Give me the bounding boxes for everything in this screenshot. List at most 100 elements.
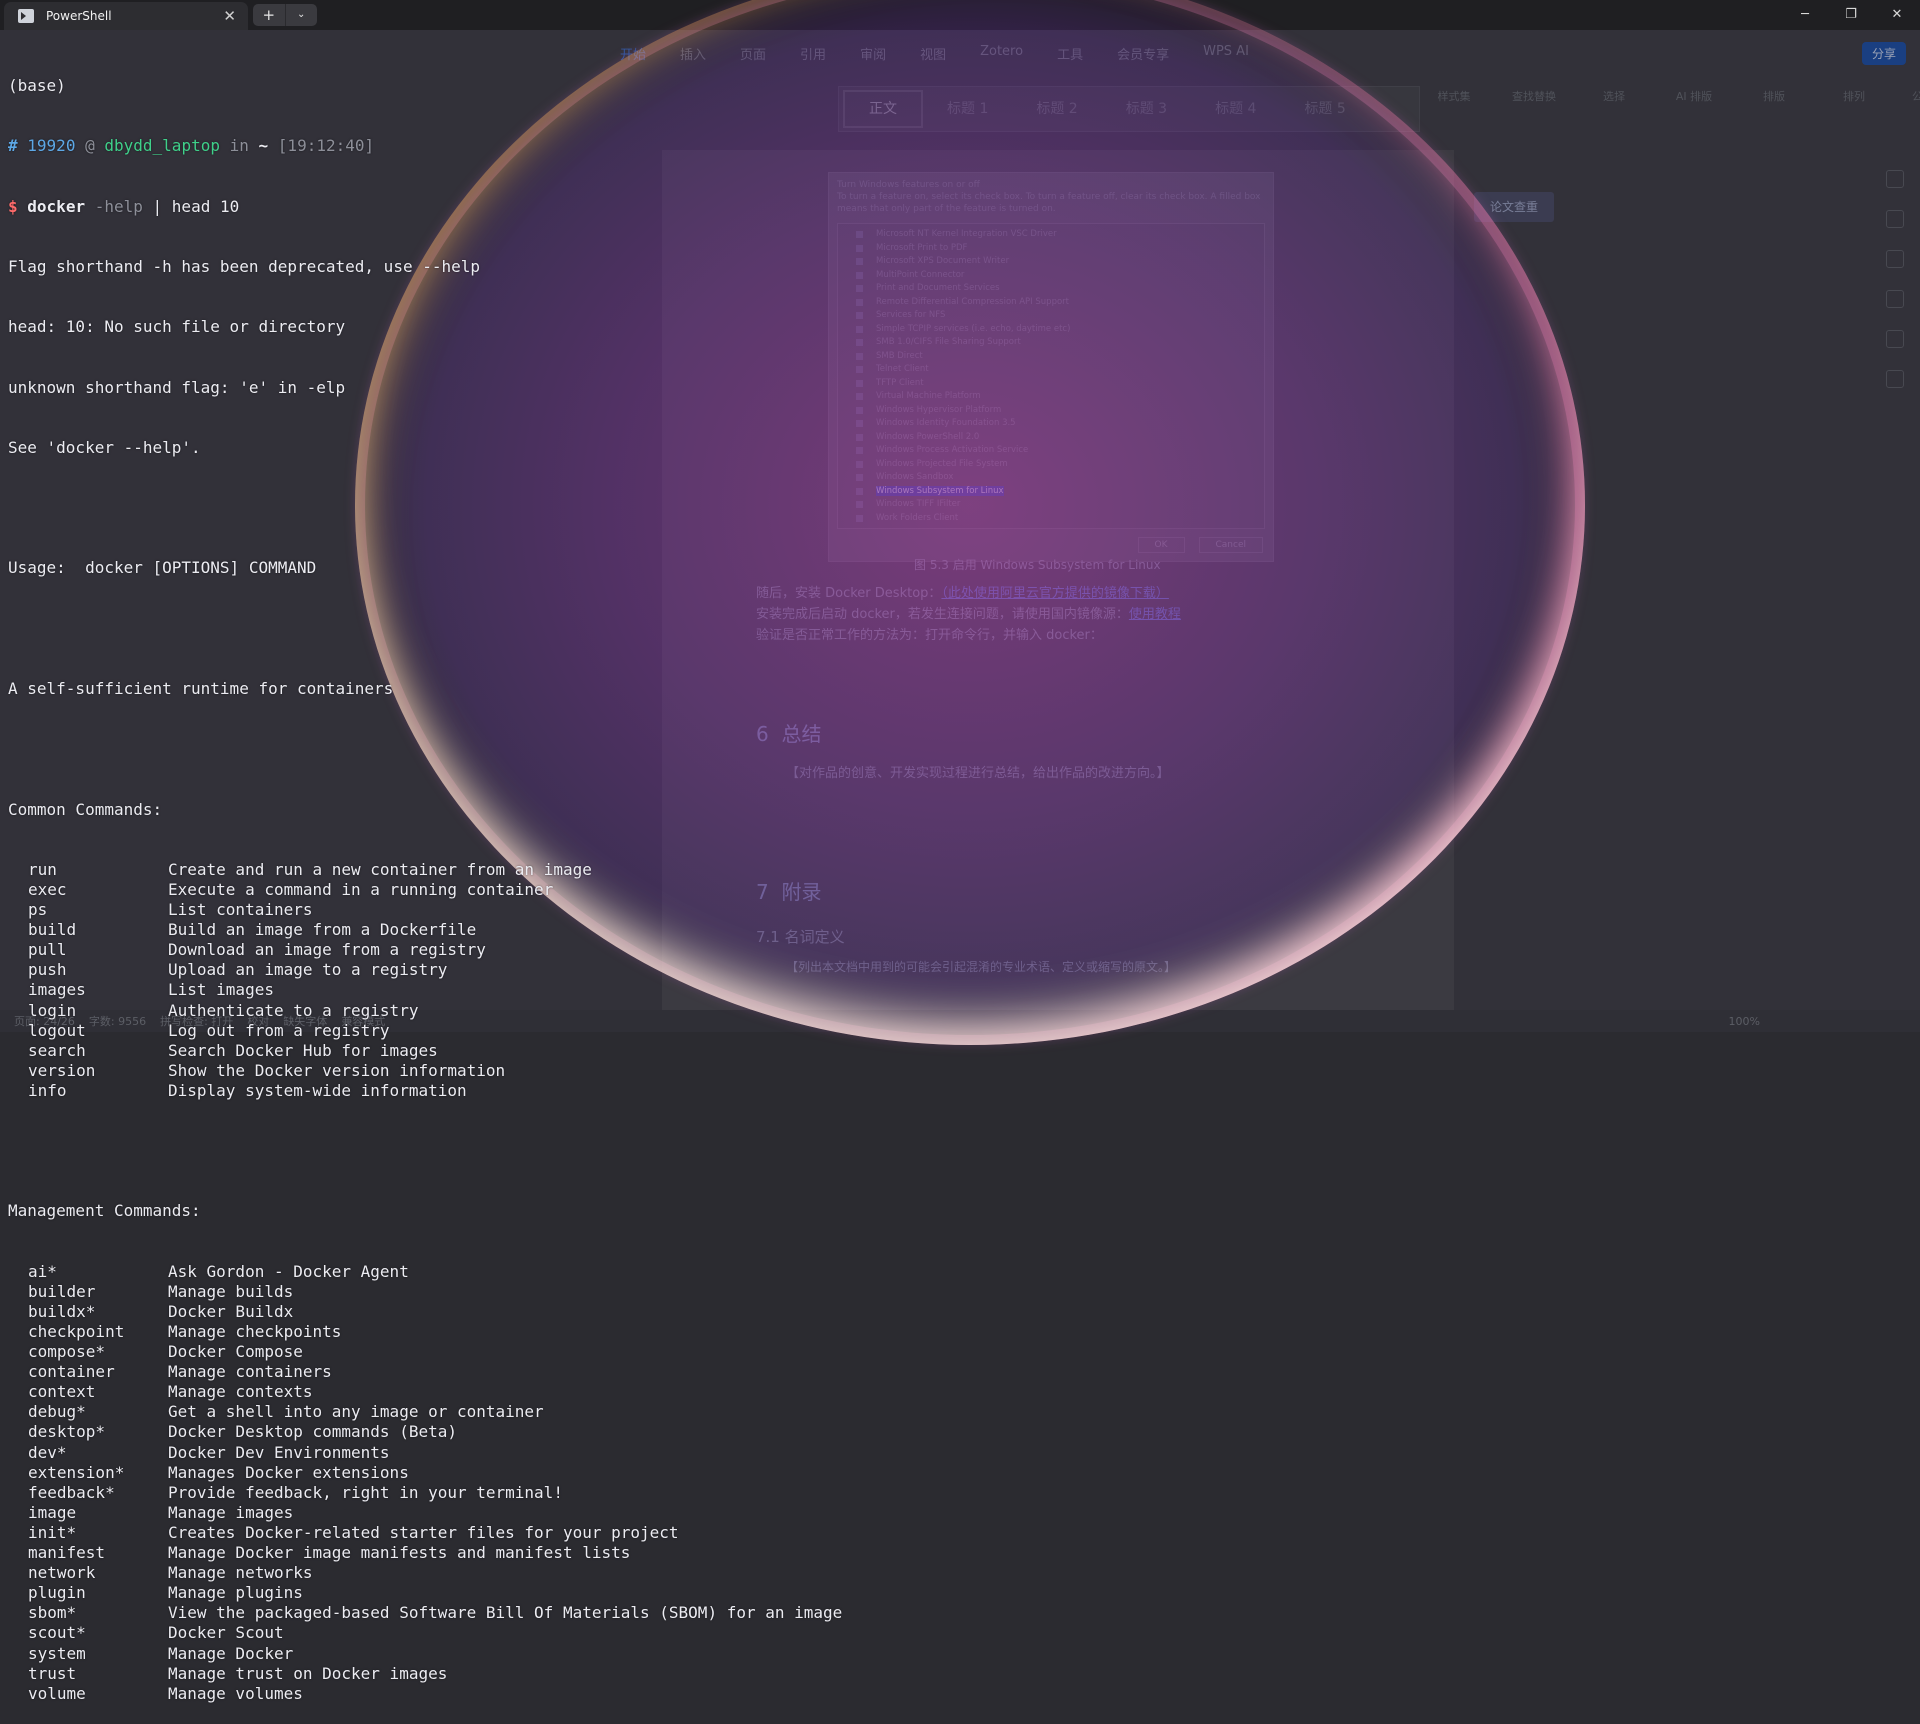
new-tab-button[interactable]: + (253, 4, 285, 26)
command-row: login Authenticate to a registry (8, 1001, 908, 1021)
arrange-button[interactable]: 排列 (1828, 88, 1880, 104)
command-description: Docker Dev Environments (168, 1442, 390, 1462)
command-name: trust (28, 1663, 77, 1683)
layout-button[interactable]: 排版 (1748, 88, 1800, 104)
command-row: ai* Ask Gordon - Docker Agent (8, 1262, 908, 1282)
help-icon[interactable] (1886, 370, 1904, 388)
ribbon-tab-member[interactable]: 会员专享 (1117, 44, 1169, 63)
command-row: manifest Manage Docker image manifests an… (8, 1543, 908, 1563)
command-name: builder (28, 1281, 96, 1301)
command-row: dev* Docker Dev Environments (8, 1443, 908, 1463)
command-line: $ docker -help | head 10 (8, 196, 240, 216)
share-button[interactable]: 分享 (1861, 42, 1906, 65)
figure-caption: 图 5.3 启用 Windows Subsystem for Linux (914, 558, 1161, 572)
management-commands-list: ai* Ask Gordon - Docker Agent builder Manag… (8, 1262, 908, 1704)
command-description: Creates Docker-related starter files for… (168, 1522, 679, 1542)
share-icon[interactable] (1886, 330, 1904, 348)
style-heading-5[interactable]: 标题 5 (1280, 92, 1369, 126)
command-row: checkpoint Manage checkpoints (8, 1322, 908, 1342)
official-mode-button[interactable]: 公文模式 (1908, 88, 1920, 104)
style-heading-2[interactable]: 标题 2 (1012, 92, 1101, 126)
conda-env: (base) (8, 76, 66, 96)
command-name: ai* (28, 1261, 57, 1281)
command-row: container Manage containers (8, 1362, 908, 1382)
command-row: buildx* Docker Buildx (8, 1302, 908, 1322)
command-row: exec Execute a command in a running conta… (8, 880, 908, 900)
command-row: build Build an image from a Dockerfile (8, 920, 908, 940)
ribbon-tab-view[interactable]: 视图 (920, 44, 946, 63)
command-description: Manage contexts (168, 1382, 313, 1402)
command-description: Manage containers (168, 1362, 332, 1382)
command-name: version (28, 1060, 96, 1080)
command-name: ps (28, 900, 48, 920)
error-line: unknown shorthand flag: 'e' in -elp (8, 377, 346, 397)
dialog-cancel-button: Cancel (1198, 537, 1263, 553)
command-row: init* Creates Docker-related starter file… (8, 1523, 908, 1543)
tools-icon[interactable] (1886, 290, 1904, 308)
pen-icon[interactable] (1886, 170, 1904, 188)
common-commands-header: Common Commands: (8, 799, 163, 819)
command-description: Provide feedback, right in your terminal… (168, 1482, 563, 1502)
tab-powershell[interactable]: PowerShell ✕ (4, 2, 248, 30)
command-row: plugin Manage plugins (8, 1583, 908, 1603)
command-row: ps List containers (8, 900, 908, 920)
command-name: volume (28, 1683, 86, 1703)
command-name: system (28, 1643, 86, 1663)
command-row: compose* Docker Compose (8, 1342, 908, 1362)
command-row: extension* Manages Docker extensions (8, 1463, 908, 1483)
settings-icon[interactable] (1886, 250, 1904, 268)
ai-layout-button[interactable]: AI 排版 (1668, 88, 1720, 104)
style-heading-3[interactable]: 标题 3 (1102, 92, 1191, 126)
command-name: scout* (28, 1623, 86, 1643)
command-description: Docker Scout (168, 1623, 284, 1643)
find-replace-button[interactable]: 查找替换 (1508, 88, 1560, 104)
mirror-download-link[interactable]: （此处使用阿里云官方提供的镜像下载） (941, 586, 1169, 601)
command-description: Manage images (168, 1502, 294, 1522)
select-button[interactable]: 选择 (1588, 88, 1640, 104)
command-name: network (28, 1563, 96, 1583)
plagiarism-check-button[interactable]: 论文查重 (1474, 192, 1554, 222)
terminal-output[interactable]: (base) # 19920 @ dbydd_laptop in ~ [19:1… (8, 36, 908, 1724)
tab-dropdown-icon[interactable]: ⌄ (284, 4, 318, 26)
maximize-button[interactable]: ❐ (1828, 0, 1874, 30)
command-name: sbom* (28, 1603, 77, 1623)
ribbon-tools: 样式集 查找替换 选择 AI 排版 排版 排列 公文模式 (1428, 88, 1920, 104)
command-row: pull Download an image from a registry (8, 940, 908, 960)
tutorial-link[interactable]: 使用教程 (1129, 607, 1181, 622)
command-description: Authenticate to a registry (168, 1000, 419, 1020)
common-commands-list: run Create and run a new container from a… (8, 860, 908, 1101)
command-description: Docker Desktop commands (Beta) (168, 1422, 457, 1442)
ribbon-tab-zotero[interactable]: Zotero (980, 44, 1023, 63)
zoom-level[interactable]: 100% (1729, 1015, 1760, 1028)
command-description: Manage volumes (168, 1683, 303, 1703)
command-description: Get a shell into any image or container (168, 1402, 544, 1422)
command-description: Manage plugins (168, 1583, 303, 1603)
style-heading-4[interactable]: 标题 4 (1191, 92, 1280, 126)
minimize-button[interactable]: ─ (1782, 0, 1828, 30)
command-name: init* (28, 1522, 77, 1542)
command-name: debug* (28, 1402, 86, 1422)
command-description: Build an image from a Dockerfile (168, 920, 477, 940)
command-name: build (28, 920, 77, 940)
command-description: Manage trust on Docker images (168, 1663, 448, 1683)
style-heading-1[interactable]: 标题 1 (923, 92, 1012, 126)
command-name: search (28, 1040, 86, 1060)
close-button[interactable]: ✕ (1874, 0, 1920, 30)
style-set-button[interactable]: 样式集 (1428, 88, 1480, 104)
command-description: Manage networks (168, 1563, 313, 1583)
command-description: Manages Docker extensions (168, 1462, 409, 1482)
command-name: login (28, 1000, 77, 1020)
command-name: run (28, 859, 57, 879)
ribbon-tab-wps-ai[interactable]: WPS AI (1203, 44, 1249, 63)
command-name: exec (28, 879, 67, 899)
command-name: image (28, 1502, 77, 1522)
select-icon[interactable] (1886, 210, 1904, 228)
ribbon-tab-tools[interactable]: 工具 (1057, 44, 1083, 63)
tab-close-icon[interactable]: ✕ (223, 7, 236, 25)
command-row: feedback* Provide feedback, right in your… (8, 1483, 908, 1503)
command-row: volume Manage volumes (8, 1684, 908, 1704)
command-name: manifest (28, 1543, 106, 1563)
prompt-line: # 19920 @ dbydd_laptop in ~ [19:12:40] (8, 136, 375, 156)
command-description: Log out from a registry (168, 1020, 390, 1040)
command-row: push Upload an image to a registry (8, 960, 908, 980)
